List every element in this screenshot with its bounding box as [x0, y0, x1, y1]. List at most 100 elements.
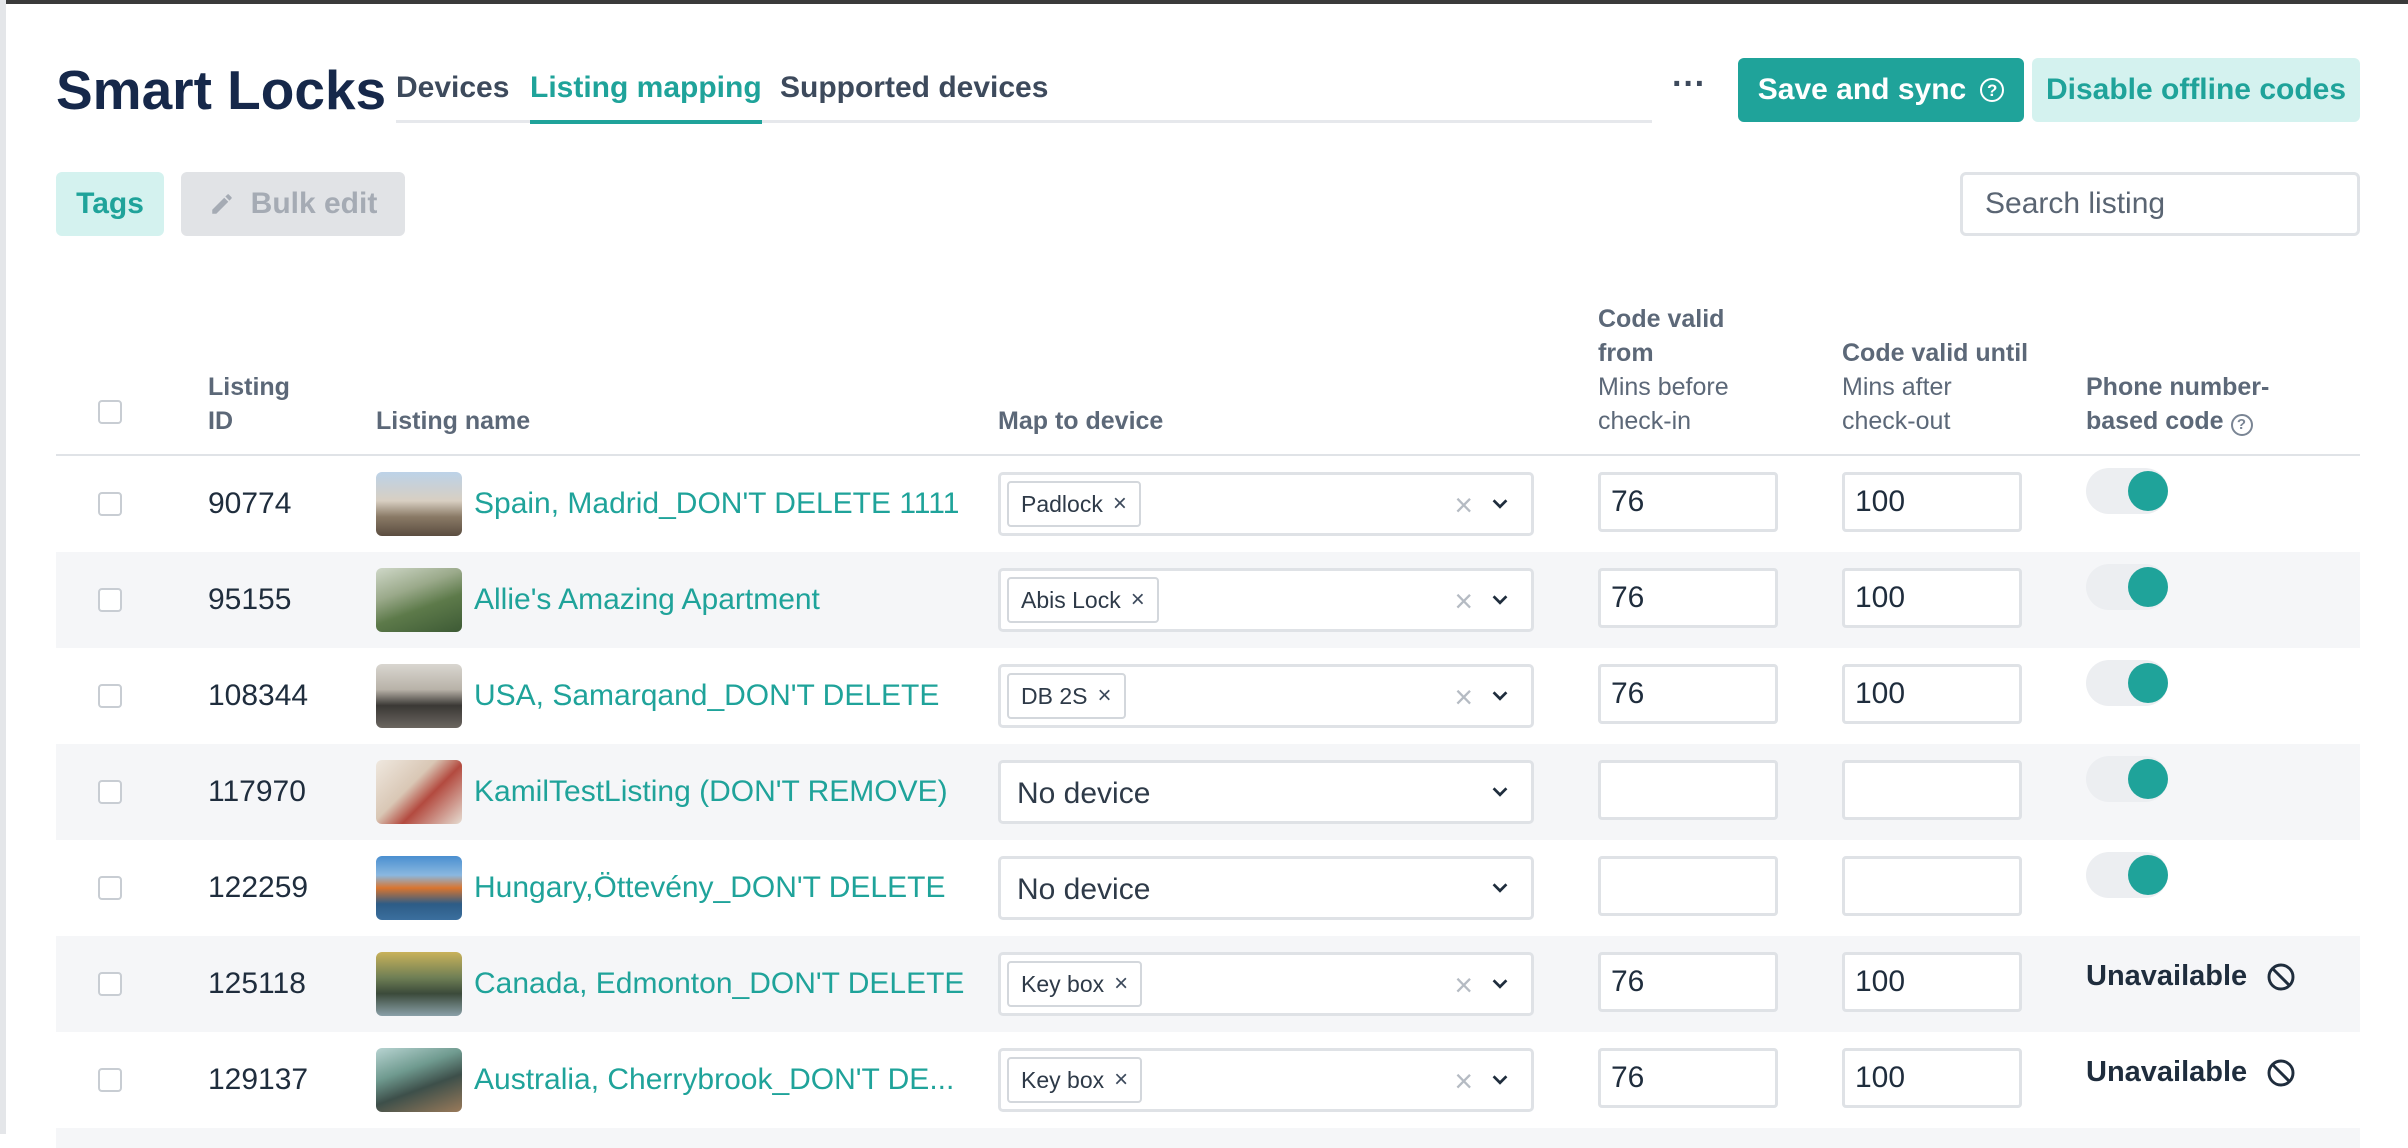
search-listing-input[interactable]	[1960, 172, 2360, 236]
code-valid-from-input[interactable]	[1598, 1048, 1778, 1108]
table-row: 122259 Hungary,Öttevény_DON'T DELETE No …	[56, 840, 2360, 936]
listing-name-link[interactable]: Australia, Cherrybrook_DON'T DE...	[474, 1062, 954, 1098]
row-checkbox[interactable]	[98, 492, 122, 516]
code-valid-from-input[interactable]	[1598, 664, 1778, 724]
row-checkbox[interactable]	[98, 1068, 122, 1092]
table-row: 108344 USA, Samarqand_DON'T DELETE DB 2S…	[56, 648, 2360, 744]
remove-chip-icon[interactable]: ×	[1114, 1066, 1128, 1094]
phone-code-unavailable: Unavailable	[2086, 1056, 2297, 1089]
tab-devices[interactable]: Devices	[396, 68, 509, 108]
code-valid-until-input[interactable]	[1842, 472, 2022, 532]
remove-chip-icon[interactable]: ×	[1113, 490, 1127, 518]
code-valid-from-input[interactable]	[1598, 760, 1778, 820]
listing-name-link[interactable]: Allie's Amazing Apartment	[474, 582, 820, 618]
save-and-sync-button[interactable]: Save and sync ?	[1738, 58, 2024, 122]
device-select[interactable]: No device	[998, 856, 1534, 920]
listing-thumbnail	[376, 856, 462, 920]
clear-icon[interactable]: ×	[1454, 581, 1473, 621]
device-select[interactable]: Key box × ×	[998, 952, 1534, 1016]
clear-icon[interactable]: ×	[1454, 485, 1473, 525]
tab-bar: Devices Listing mapping Supported device…	[396, 64, 1652, 124]
phone-code-toggle[interactable]	[2086, 852, 2168, 898]
code-valid-until-input[interactable]	[1842, 568, 2022, 628]
table-row: 90774 Spain, Madrid_DON'T DELETE 1111 Pa…	[56, 456, 2360, 552]
device-chip: Abis Lock ×	[1007, 577, 1159, 623]
table-row: 125118 Canada, Edmonton_DON'T DELETE Key…	[56, 936, 2360, 1032]
clear-icon[interactable]: ×	[1454, 677, 1473, 717]
bulk-edit-button: Bulk edit	[181, 172, 405, 236]
toggle-knob	[2128, 567, 2168, 607]
device-chip: Key box ×	[1007, 961, 1143, 1007]
device-select[interactable]: Key box × ×	[998, 1048, 1534, 1112]
row-checkbox[interactable]	[98, 780, 122, 804]
code-valid-until-input[interactable]	[1842, 856, 2022, 916]
listing-name-link[interactable]: USA, Samarqand_DON'T DELETE	[474, 678, 939, 714]
listing-thumbnail	[376, 952, 462, 1016]
device-select-value: No device	[1017, 777, 1151, 810]
listing-id: 117970	[208, 775, 306, 808]
tags-button[interactable]: Tags	[56, 172, 164, 236]
tab-listing-mapping[interactable]: Listing mapping	[530, 68, 762, 124]
phone-code-toggle[interactable]	[2086, 468, 2168, 514]
table-row: 95155 Allie's Amazing Apartment Abis Loc…	[56, 552, 2360, 648]
table-header: Listing ID Listing name Map to device Co…	[56, 296, 2360, 456]
listing-table: Listing ID Listing name Map to device Co…	[56, 296, 2360, 1148]
listing-id: 90774	[208, 487, 292, 520]
phone-code-toggle[interactable]	[2086, 756, 2168, 802]
phone-code-toggle[interactable]	[2086, 564, 2168, 610]
remove-chip-icon[interactable]: ×	[1097, 682, 1111, 710]
toggle-knob	[2128, 855, 2168, 895]
tab-supported-devices[interactable]: Supported devices	[780, 68, 1048, 108]
listing-thumbnail	[376, 568, 462, 632]
table-row-partial	[56, 1128, 2360, 1148]
clear-icon[interactable]: ×	[1454, 1061, 1473, 1101]
row-checkbox[interactable]	[98, 876, 122, 900]
unavailable-label: Unavailable	[2086, 1056, 2248, 1088]
pencil-icon	[211, 194, 232, 214]
col-code-valid-from: Code valid from Mins before check-in	[1598, 305, 1729, 435]
code-valid-from-input[interactable]	[1598, 952, 1778, 1012]
code-valid-until-input[interactable]	[1842, 664, 2022, 724]
prohibited-icon	[2267, 963, 2295, 990]
remove-chip-icon[interactable]: ×	[1131, 586, 1145, 614]
listing-name-link[interactable]: Spain, Madrid_DON'T DELETE 1111	[474, 486, 959, 522]
disable-offline-codes-button[interactable]: Disable offline codes	[2032, 58, 2360, 122]
chevron-down-icon	[1492, 1075, 1508, 1085]
listing-thumbnail	[376, 472, 462, 536]
phone-code-toggle[interactable]	[2086, 660, 2168, 706]
listing-thumbnail	[376, 1048, 462, 1112]
col-map-to-device: Map to device	[998, 407, 1164, 435]
listing-id: 129137	[208, 1063, 309, 1096]
chevron-down-icon	[1492, 691, 1508, 701]
device-select[interactable]: Padlock × ×	[998, 472, 1534, 536]
code-valid-until-input[interactable]	[1842, 760, 2022, 820]
help-icon[interactable]: ?	[2230, 413, 2253, 436]
device-chip: Padlock ×	[1007, 481, 1141, 527]
code-valid-from-input[interactable]	[1598, 856, 1778, 916]
chevron-down-icon	[1492, 787, 1508, 797]
device-select[interactable]: Abis Lock × ×	[998, 568, 1534, 632]
code-valid-until-input[interactable]	[1842, 952, 2022, 1012]
listing-name-link[interactable]: KamilTestListing (DON'T REMOVE)	[474, 774, 948, 810]
code-valid-from-input[interactable]	[1598, 568, 1778, 628]
more-options-button[interactable]: ···	[1664, 67, 1714, 108]
row-checkbox[interactable]	[98, 588, 122, 612]
clear-icon[interactable]: ×	[1454, 965, 1473, 1005]
device-select[interactable]: No device	[998, 760, 1534, 824]
device-select[interactable]: DB 2S × ×	[998, 664, 1534, 728]
remove-chip-icon[interactable]: ×	[1114, 970, 1128, 998]
row-checkbox[interactable]	[98, 684, 122, 708]
listing-name-link[interactable]: Canada, Edmonton_DON'T DELETE	[474, 966, 964, 1002]
row-checkbox[interactable]	[98, 972, 122, 996]
phone-code-unavailable: Unavailable	[2086, 960, 2297, 993]
select-all-checkbox[interactable]	[98, 400, 122, 424]
toggle-knob	[2128, 663, 2168, 703]
listing-name-link[interactable]: Hungary,Öttevény_DON'T DELETE	[474, 870, 945, 906]
code-valid-until-input[interactable]	[1842, 1048, 2022, 1108]
code-valid-from-input[interactable]	[1598, 472, 1778, 532]
device-chip: DB 2S ×	[1007, 673, 1126, 719]
toggle-knob	[2128, 759, 2168, 799]
device-chip: Key box ×	[1007, 1057, 1143, 1103]
help-icon[interactable]: ?	[1980, 78, 2005, 102]
unavailable-label: Unavailable	[2086, 960, 2248, 992]
